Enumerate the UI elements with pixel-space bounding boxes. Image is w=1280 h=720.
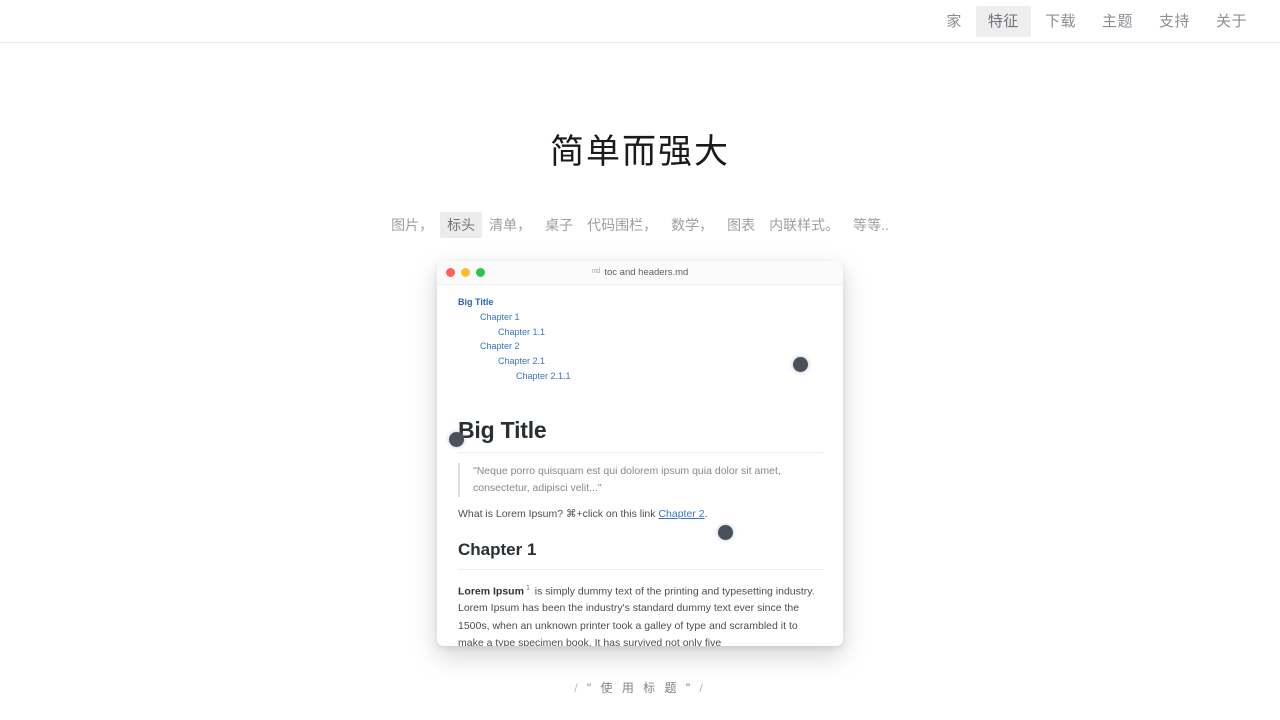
body-bold-lead: Lorem Ipsum: [458, 585, 524, 598]
link-paragraph: What is Lorem Ipsum? ⌘+click on this lin…: [458, 506, 823, 523]
close-button-icon[interactable]: [446, 268, 455, 277]
feature-pill-code-fences[interactable]: 代码围栏，: [580, 212, 664, 238]
toc-item[interactable]: Big Title: [458, 295, 823, 310]
feature-pill-headers[interactable]: 标头: [440, 212, 483, 238]
mockup-window-title-group: md toc and headers.md: [437, 267, 843, 278]
link-paragraph-suffix: .: [704, 507, 708, 520]
footer-left-slash: /: [574, 681, 581, 695]
toc-item[interactable]: Chapter 1: [458, 310, 823, 325]
markdown-file-icon: md: [591, 268, 601, 275]
footnote-ref[interactable]: 1: [524, 585, 532, 592]
screenshot-mockup-wrapper: md toc and headers.md Big Title Chapter …: [437, 261, 843, 646]
zoom-button-icon[interactable]: [476, 268, 485, 277]
document-heading-2: Chapter 1: [458, 539, 537, 559]
toc-item[interactable]: Chapter 2.1: [458, 354, 823, 369]
feature-pill-diagrams[interactable]: 图表: [720, 212, 762, 238]
mockup-titlebar: md toc and headers.md: [437, 261, 843, 285]
nav-item-about[interactable]: 关于: [1204, 6, 1259, 37]
cursor-dot-marker: [718, 525, 733, 540]
cursor-dot-marker: [449, 432, 464, 447]
nav-item-support[interactable]: 支持: [1147, 6, 1202, 37]
main-nav: 家 特征 下载 主题 支持 关于: [933, 0, 1280, 42]
window-controls: [437, 268, 485, 277]
cursor-dot-marker: [793, 357, 808, 372]
blockquote: "Neque porro quisquam est qui dolorem ip…: [458, 462, 823, 497]
hero-section: 简单而强大 图片， 标头 清单， 桌子 代码围栏， 数学， 图表 内联样式。 等…: [0, 43, 1280, 238]
feature-pill-lists[interactable]: 清单，: [482, 212, 538, 238]
toc-item[interactable]: Chapter 1.1: [458, 325, 823, 340]
footer-caption: / " 使 用 标 题 " /: [0, 679, 1280, 696]
feature-pill-etc[interactable]: 等等..: [846, 212, 896, 238]
nav-item-home[interactable]: 家: [934, 6, 974, 37]
mockup-window-title: toc and headers.md: [604, 267, 689, 278]
footer-right-slash: /: [699, 681, 706, 695]
feature-pill-tables[interactable]: 桌子: [538, 212, 580, 238]
link-paragraph-prefix: What is Lorem Ipsum? ⌘+click on this lin…: [458, 507, 659, 520]
page-title: 简单而强大: [550, 133, 730, 171]
table-of-contents: Big Title Chapter 1 Chapter 1.1 Chapter …: [458, 295, 823, 384]
nav-item-themes[interactable]: 主题: [1090, 6, 1145, 37]
nav-item-downloads[interactable]: 下载: [1033, 6, 1088, 37]
footer-caption-text: " 使 用 标 题 ": [586, 681, 694, 695]
feature-pill-images[interactable]: 图片，: [384, 212, 440, 238]
feature-pill-math[interactable]: 数学，: [664, 212, 720, 238]
toc-item[interactable]: Chapter 2: [458, 339, 823, 354]
feature-pill-list: 图片， 标头 清单， 桌子 代码围栏， 数学， 图表 内联样式。 等等..: [0, 212, 1280, 238]
mockup-document-body: Big Title Chapter 1 Chapter 1.1 Chapter …: [437, 285, 843, 646]
minimize-button-icon[interactable]: [461, 268, 470, 277]
site-header: 家 特征 下载 主题 支持 关于: [0, 0, 1280, 43]
body-paragraph: Lorem Ipsum 1 is simply dummy text of the…: [458, 580, 823, 646]
nav-item-features[interactable]: 特征: [975, 5, 1031, 37]
chapter-2-link[interactable]: Chapter 2: [658, 508, 704, 520]
feature-pill-inline-styles[interactable]: 内联样式。: [762, 212, 846, 238]
toc-item[interactable]: Chapter 2.1.1: [458, 369, 823, 384]
app-window-mockup: md toc and headers.md Big Title Chapter …: [437, 261, 843, 646]
heading-divider: [458, 451, 823, 453]
document-heading-1: Big Title: [458, 416, 547, 443]
heading-divider: [458, 568, 823, 570]
